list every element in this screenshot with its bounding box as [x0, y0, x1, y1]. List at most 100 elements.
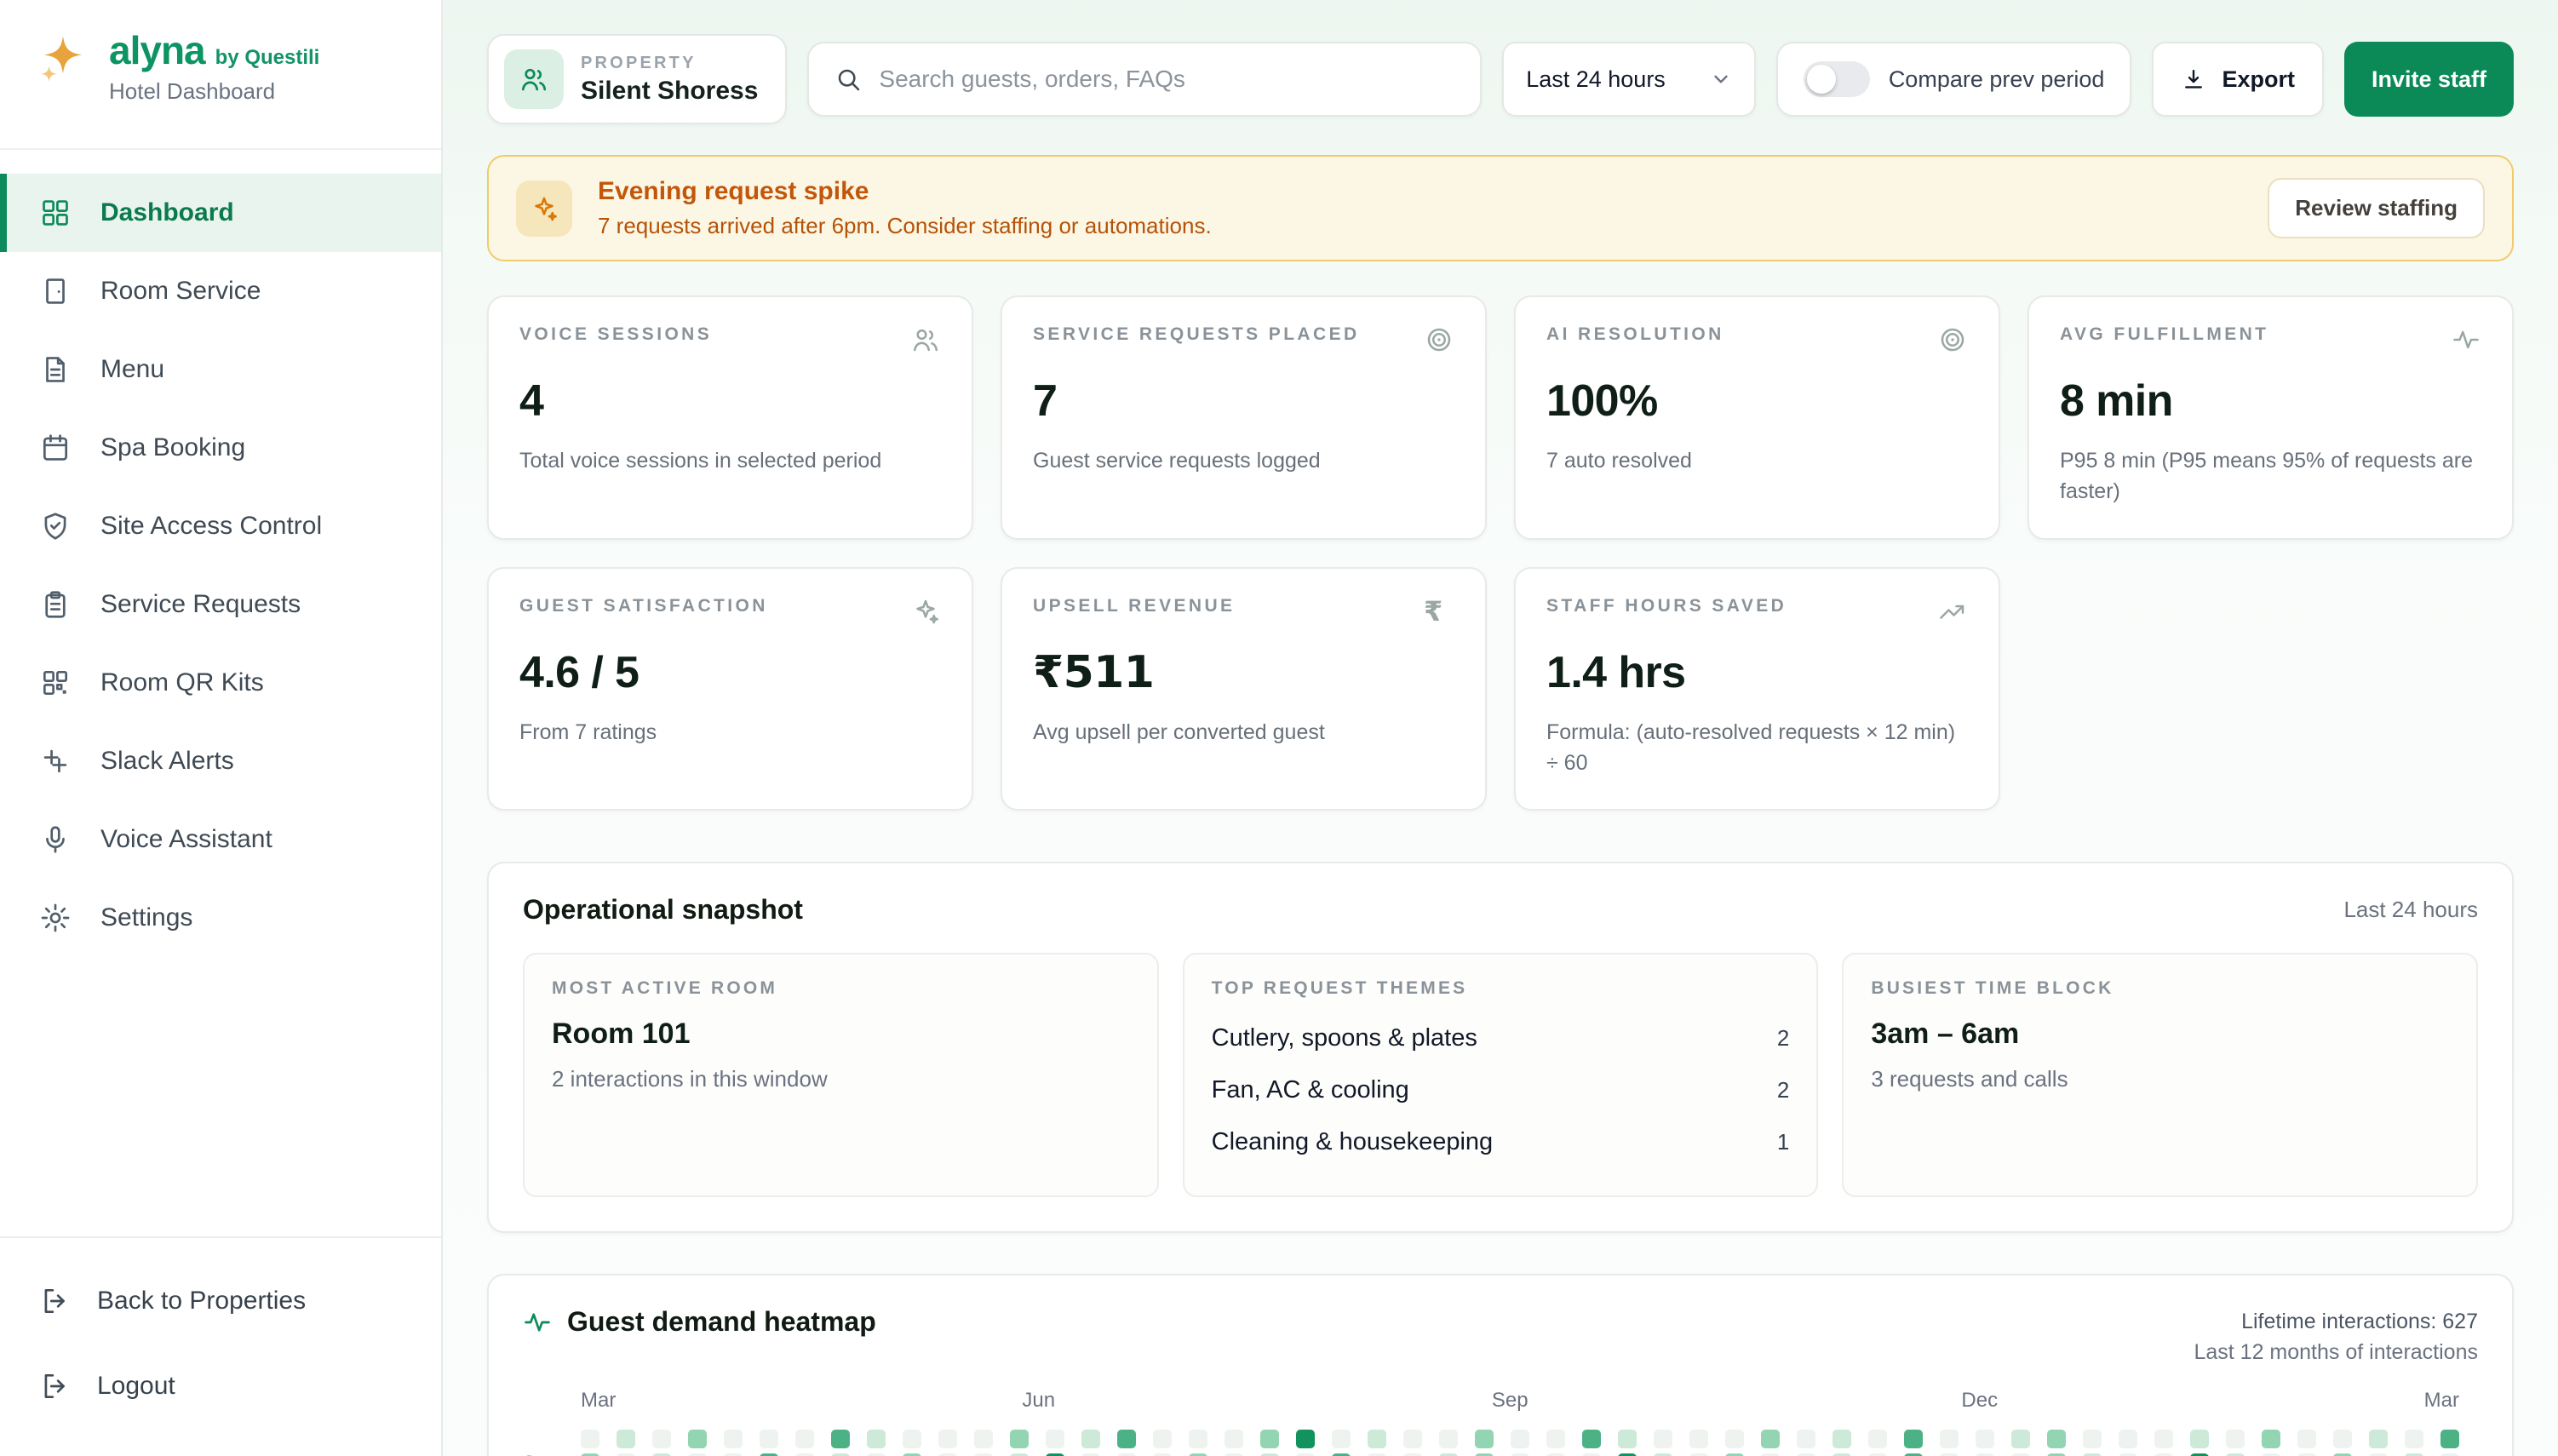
kpi-upsell-revenue: UPSELL REVENUE ₹ ₹511 Avg upsell per con…: [1001, 567, 1487, 811]
slack-icon: [39, 745, 72, 777]
heatmap-cell: [652, 1430, 671, 1448]
month-label: Mar: [581, 1389, 616, 1413]
heatmap-cell: [903, 1453, 921, 1456]
sidebar-item-voice-assistant[interactable]: Voice Assistant: [0, 800, 441, 879]
theme-label: Fan, AC & cooling: [1212, 1076, 1409, 1104]
top-request-themes-card: TOP REQUEST THEMES Cutlery, spoons & pla…: [1183, 953, 1819, 1197]
heatmap-grid: [581, 1430, 2478, 1456]
kpi-label: UPSELL REVENUE: [1033, 596, 1235, 616]
theme-row: Fan, AC & cooling 2: [1212, 1064, 1790, 1116]
microphone-icon: [39, 823, 72, 856]
heatmap-cell: [2190, 1453, 2209, 1456]
heatmap-cell: [1689, 1453, 1708, 1456]
property-label: PROPERTY: [581, 54, 758, 73]
brand-subtitle: Hotel Dashboard: [109, 78, 319, 105]
kpi-value: ₹511: [1033, 647, 1454, 698]
heatmap-cell: [1868, 1453, 1887, 1456]
kpi-subtext: 7 auto resolved: [1546, 445, 1968, 476]
heatmap-cell: [2047, 1453, 2066, 1456]
heatmap-cell: [2262, 1430, 2280, 1448]
sidebar-item-label: Spa Booking: [100, 433, 245, 462]
heatmap-cell: [1976, 1453, 1994, 1456]
heatmap-cell: [1654, 1430, 1672, 1448]
export-label: Export: [2222, 66, 2295, 93]
heatmap-cell: [2047, 1430, 2066, 1448]
heatmap-cell: [795, 1453, 814, 1456]
compare-toggle-group[interactable]: Compare prev period: [1776, 42, 2132, 117]
invite-staff-button[interactable]: Invite staff: [2344, 42, 2514, 117]
alert-texts: Evening request spike 7 requests arrived…: [598, 177, 1212, 239]
kpi-label: STAFF HOURS SAVED: [1546, 596, 1787, 616]
heatmap-cell: [760, 1430, 778, 1448]
heatmap-cell: [1797, 1453, 1815, 1456]
logout-label: Logout: [97, 1372, 175, 1401]
theme-row: Cutlery, spoons & plates 2: [1212, 1012, 1790, 1064]
month-label: Sep: [1492, 1389, 1528, 1413]
back-to-properties-link[interactable]: Back to Properties: [0, 1258, 441, 1344]
search-input[interactable]: [879, 66, 1454, 93]
sidebar-item-menu[interactable]: Menu: [0, 330, 441, 409]
shield-check-icon: [39, 510, 72, 542]
target-icon: [1424, 324, 1454, 355]
heatmap-cell: [581, 1430, 599, 1448]
sidebar-nav: Dashboard Room Service Menu Spa Booking: [0, 150, 441, 957]
sidebar-item-room-qr-kits[interactable]: Room QR Kits: [0, 644, 441, 722]
review-staffing-button[interactable]: Review staffing: [2268, 178, 2485, 238]
alert-message: 7 requests arrived after 6pm. Consider s…: [598, 213, 1212, 239]
heatmap-period-note: Last 12 months of interactions: [2194, 1337, 2478, 1367]
alert-banner: Evening request spike 7 requests arrived…: [487, 155, 2514, 261]
heatmap-month-labels: Mar Jun Sep Dec Mar: [581, 1389, 2459, 1416]
search-bar[interactable]: [807, 42, 1482, 117]
heatmap-cell: [831, 1453, 850, 1456]
sidebar-item-slack-alerts[interactable]: Slack Alerts: [0, 722, 441, 800]
sidebar-item-room-service[interactable]: Room Service: [0, 252, 441, 330]
heatmap-cell: [1511, 1453, 1529, 1456]
most-active-room-value: Room 101: [552, 1017, 1130, 1051]
property-selector[interactable]: PROPERTY Silent Shoress: [487, 34, 787, 124]
sidebar-item-site-access-control[interactable]: Site Access Control: [0, 487, 441, 565]
logout-icon: [39, 1370, 72, 1402]
kpi-label: VOICE SESSIONS: [519, 324, 712, 345]
sidebar-item-spa-booking[interactable]: Spa Booking: [0, 409, 441, 487]
theme-label: Cleaning & housekeeping: [1212, 1128, 1494, 1156]
heatmap-cell: [1832, 1453, 1851, 1456]
logo-area: alyna by Questili Hotel Dashboard: [0, 0, 441, 150]
sidebar-item-settings[interactable]: Settings: [0, 879, 441, 957]
kpi-value: 100%: [1546, 375, 1968, 427]
heatmap-cell: [2297, 1430, 2316, 1448]
topbar: PROPERTY Silent Shoress Last 24 hours Co…: [443, 0, 2558, 148]
export-button[interactable]: Export: [2152, 42, 2324, 117]
heatmap-cell: [1296, 1453, 1315, 1456]
heatmap-cell: [1761, 1453, 1780, 1456]
heatmap-title: Guest demand heatmap: [567, 1306, 876, 1338]
heatmap-cell: [1511, 1430, 1529, 1448]
heatmap-cell: [1797, 1430, 1815, 1448]
month-label: Jun: [1022, 1389, 1055, 1413]
kpi-subtext: Guest service requests logged: [1033, 445, 1454, 476]
heatmap-cell: [2262, 1453, 2280, 1456]
sidebar-item-service-requests[interactable]: Service Requests: [0, 565, 441, 644]
kpi-value: 8 min: [2060, 375, 2481, 427]
compare-toggle[interactable]: [1804, 61, 1870, 97]
guest-demand-heatmap: Guest demand heatmap Lifetime interactio…: [487, 1274, 2514, 1456]
heatmap-cell: [974, 1453, 993, 1456]
heatmap-cell: [1546, 1430, 1565, 1448]
chevron-down-icon: [1710, 68, 1732, 90]
heatmap-cell: [1475, 1453, 1494, 1456]
month-label: Dec: [1961, 1389, 1998, 1413]
heatmap-cell: [617, 1453, 635, 1456]
heatmap-cell: [2405, 1430, 2423, 1448]
heatmap-cell: [1832, 1430, 1851, 1448]
property-texts: PROPERTY Silent Shoress: [581, 54, 758, 106]
logout-link[interactable]: Logout: [0, 1344, 441, 1429]
period-select[interactable]: Last 24 hours: [1502, 42, 1756, 117]
compare-toggle-label: Compare prev period: [1889, 66, 2105, 93]
property-name: Silent Shoress: [581, 77, 758, 106]
rupee-icon: ₹: [1424, 596, 1454, 627]
lifetime-interactions: Lifetime interactions: 627: [2194, 1306, 2478, 1337]
kpi-service-requests: SERVICE REQUESTS PLACED 7 Guest service …: [1001, 295, 1487, 540]
sidebar-item-dashboard[interactable]: Dashboard: [0, 174, 441, 252]
heatmap-cell: [1117, 1430, 1136, 1448]
most-active-room-note: 2 interactions in this window: [552, 1066, 1130, 1092]
brand-byline: by Questili: [215, 46, 320, 70]
